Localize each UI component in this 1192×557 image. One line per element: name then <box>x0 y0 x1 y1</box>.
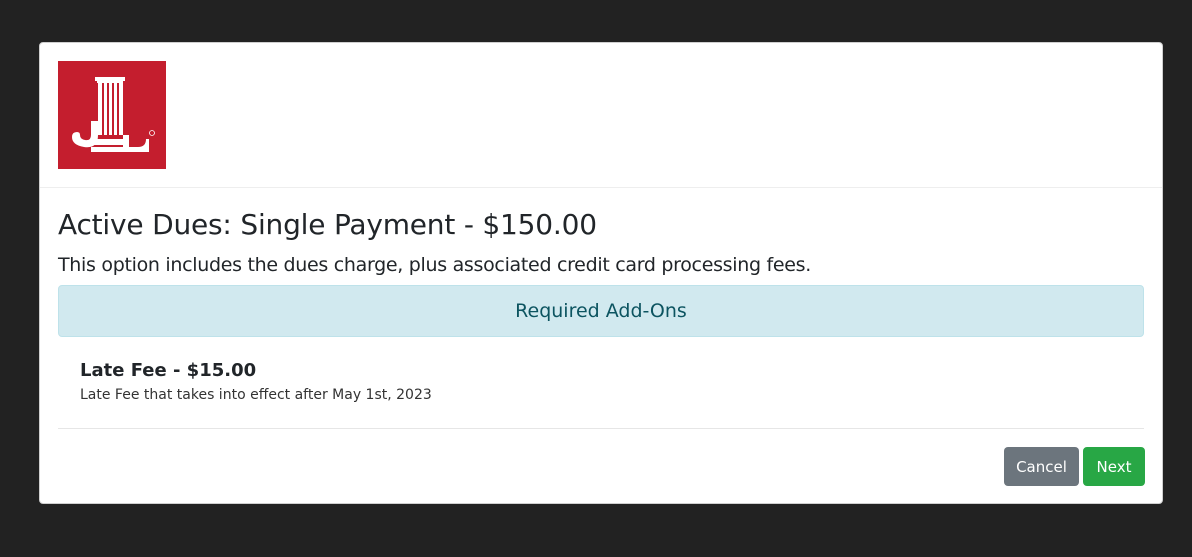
divider <box>58 428 1144 429</box>
jl-logo <box>58 61 166 169</box>
page-subtitle: This option includes the dues charge, pl… <box>58 254 812 276</box>
next-button[interactable]: Next <box>1083 447 1145 486</box>
addon-description: Late Fee that takes into effect after Ma… <box>80 387 432 403</box>
required-addons-banner: Required Add-Ons <box>58 285 1144 337</box>
required-addons-heading: Required Add-Ons <box>515 300 687 322</box>
page-title: Active Dues: Single Payment - $150.00 <box>58 208 597 241</box>
addon-name: Late Fee - $15.00 <box>80 360 257 381</box>
dues-modal: Active Dues: Single Payment - $150.00 Th… <box>39 42 1163 504</box>
cancel-button[interactable]: Cancel <box>1004 447 1079 486</box>
jl-logo-icon <box>72 77 155 152</box>
modal-header <box>40 43 1162 188</box>
addon-item: Late Fee - $15.00 Late Fee that takes in… <box>80 360 432 403</box>
